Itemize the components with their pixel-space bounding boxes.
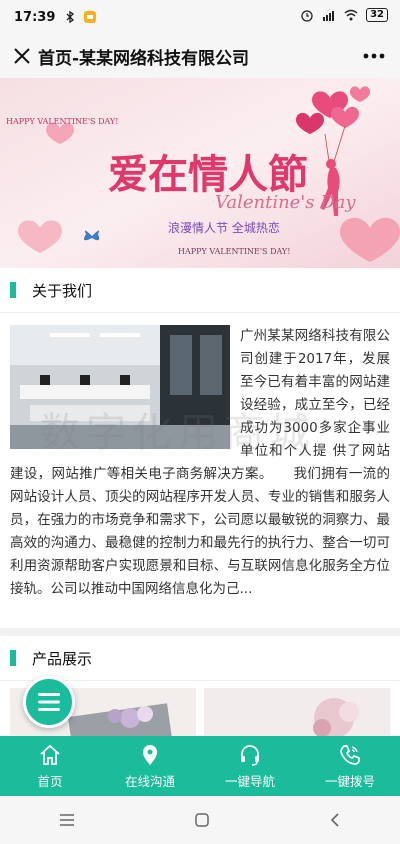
status-time: 17:39 [14,9,56,25]
banner-script-title: Valentine's Day [215,192,356,213]
section-accent-bar [10,650,16,666]
about-header: 关于我们 [0,268,400,313]
menu-icon [38,693,60,711]
tab-label: 在线沟通 [124,773,175,789]
banner-tag: HAPPY VALENTINE'S DAY! [6,117,118,126]
about-content: 广州某某网络科技有限公司创建于2017年，发展至今已有着丰富的网站建设经验，成立… [0,313,400,601]
home-icon [40,744,60,765]
products-header: 产品展示 [0,636,400,681]
home-nav-icon[interactable] [194,812,210,828]
tab-online-chat[interactable]: 在线沟通 [100,736,200,796]
tab-call[interactable]: 一键拨号 [300,736,400,796]
system-nav-bar [0,796,400,844]
tab-home[interactable]: 首页 [0,736,100,796]
banner-image: HAPPY VALENTINE'S DAY! 爱在情人節 Valentine's… [0,78,400,268]
products-title: 产品展示 [32,649,93,668]
tab-label: 一键拨号 [324,773,375,789]
tab-navigation[interactable]: 一键导航 [200,736,300,796]
tab-label: 一键导航 [224,773,275,789]
headset-icon [241,744,259,766]
banner-bottom-text: HAPPY VALENTINE'S DAY! [178,247,290,256]
bluetooth-icon [66,10,75,24]
alarm-icon [301,10,313,22]
tab-label: 首页 [37,773,63,789]
about-title: 关于我们 [32,281,93,300]
back-icon[interactable] [329,812,341,828]
notification-app-icon [84,11,97,23]
more-options-button[interactable] [360,44,388,68]
recent-apps-icon[interactable] [59,813,75,827]
close-icon [14,48,30,64]
bottom-tab-bar: 首页 在线沟通 一键导航 一键拨号 [0,736,400,796]
about-section: 关于我们 广州某某网络科技有限公司创建于2017年，发展至今已有着丰富的网站建设… [0,268,400,628]
status-bar: 17:39 32 [0,0,400,34]
battery-indicator: 32 [366,8,388,22]
page-title: 首页-某某网络科技有限公司 [38,48,250,69]
signal-icon [323,11,335,21]
location-pin-icon [143,744,157,765]
banner-carousel[interactable]: HAPPY VALENTINE'S DAY! 爱在情人節 Valentine's… [0,78,400,268]
banner-headline: 爱在情人節 [108,151,308,198]
office-photo [10,325,230,449]
phone-icon [340,744,360,765]
banner-slogan: 浪漫情人节 全城热恋 [168,220,280,235]
wifi-icon [344,9,358,21]
section-accent-bar [10,282,16,298]
title-bar: 首页-某某网络科技有限公司 [0,34,400,78]
floating-menu-button[interactable] [23,676,75,728]
more-dots-icon [363,53,385,59]
